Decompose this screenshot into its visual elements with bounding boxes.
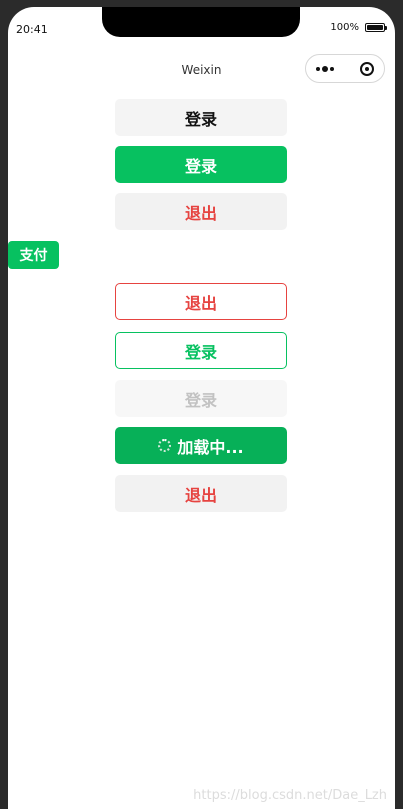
- mini-program-capsule[interactable]: [305, 54, 385, 83]
- logout-plain-button[interactable]: 退出: [115, 283, 287, 320]
- battery-percent: 100%: [330, 22, 359, 33]
- phone-screen: 20:41 100% Weixin 登录 登录 退出 支付 退出 登录 登录 加…: [8, 7, 395, 809]
- status-time: 20:41: [16, 23, 48, 36]
- more-icon[interactable]: [316, 65, 334, 72]
- logout-bottom-button[interactable]: 退出: [115, 475, 287, 512]
- login-default-button[interactable]: 登录: [115, 99, 287, 136]
- login-primary-button[interactable]: 登录: [115, 146, 287, 183]
- close-target-icon[interactable]: [360, 61, 374, 76]
- battery-icon: [365, 23, 387, 32]
- watermark: https://blog.csdn.net/Dae_Lzh: [193, 788, 387, 803]
- login-plain-button[interactable]: 登录: [115, 332, 287, 369]
- loading-spinner-icon: [158, 439, 172, 452]
- loading-button[interactable]: 加载中...: [115, 427, 287, 464]
- login-disabled-button: 登录: [115, 380, 287, 417]
- pay-mini-button[interactable]: 支付: [8, 241, 59, 269]
- notch: [102, 7, 300, 37]
- loading-label: 加载中...: [177, 437, 244, 457]
- status-right: 100%: [330, 22, 387, 33]
- logout-warn-button[interactable]: 退出: [115, 193, 287, 230]
